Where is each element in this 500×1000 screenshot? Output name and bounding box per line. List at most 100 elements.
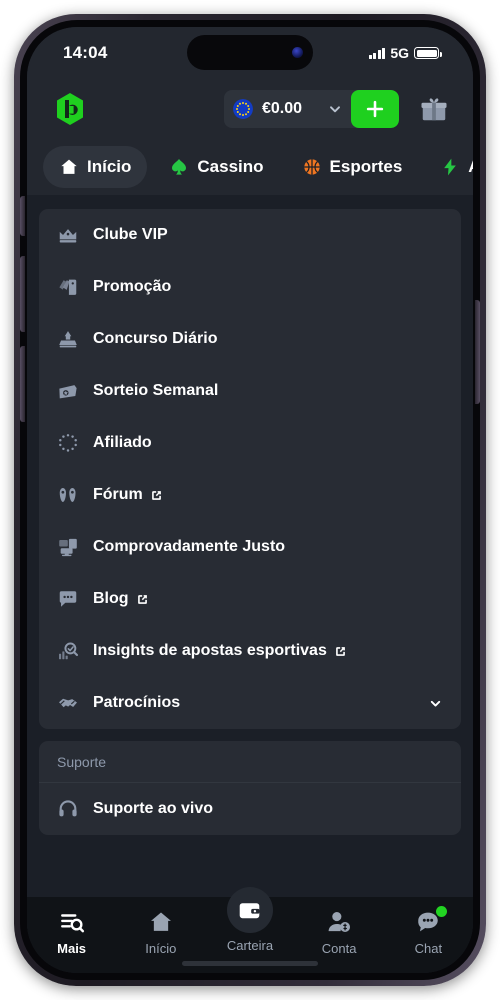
dotted-ring-icon <box>57 432 79 454</box>
category-tab-esportes[interactable]: Esportes <box>286 146 419 188</box>
menu-item-comprovadamente-justo[interactable]: Comprovadamente Justo <box>39 521 461 573</box>
spade-icon <box>169 157 189 177</box>
category-tab-label: Esportes <box>329 157 403 176</box>
wallet-bubble <box>226 887 273 933</box>
podium-icon <box>57 328 79 350</box>
nav-item-label: Carteira <box>226 938 274 953</box>
mute-switch-button[interactable] <box>20 196 25 236</box>
battery-icon <box>414 47 442 59</box>
volume-up-button[interactable] <box>20 256 25 332</box>
account-icon <box>328 912 351 932</box>
chevron-down-icon[interactable] <box>328 102 342 116</box>
category-tab-cassino[interactable]: Cassino <box>153 146 279 188</box>
nav-item-mais[interactable]: Mais <box>37 909 107 956</box>
podium-icon <box>59 331 77 348</box>
crown-icon <box>57 224 79 246</box>
deposit-button[interactable] <box>351 90 399 128</box>
menu-item-label: Insights de apostas esportivas <box>93 642 327 659</box>
status-indicators: 5G <box>368 45 442 61</box>
category-tab-label: Cassino <box>197 157 264 176</box>
balance-amount: €0.00 <box>261 100 302 117</box>
forum-icon <box>57 484 79 506</box>
external-link-icon <box>335 646 345 656</box>
support-item-suporte-ao-vivo[interactable]: Suporte ao vivo <box>39 783 461 835</box>
chat-bubble-icon <box>59 591 77 607</box>
menu-item-patroc-nios[interactable]: Patrocínios <box>39 677 461 729</box>
status-bar: 14:04 5G <box>27 27 473 79</box>
wallet-icon <box>240 902 260 918</box>
eu-flag-icon <box>232 99 253 119</box>
list-search-icon <box>60 914 84 933</box>
menu-item-label: Patrocínios <box>93 694 181 711</box>
monitor-icon <box>57 536 79 558</box>
power-button[interactable] <box>475 300 480 404</box>
phone-screen: 14:04 5G €0.00 Início Cassino Esportes C… <box>27 27 473 973</box>
nav-item-in-cio[interactable]: Início <box>126 909 196 956</box>
support-card: Suporte Suporte ao vivo <box>39 741 461 835</box>
menu-item-label: Blog <box>93 590 129 607</box>
nav-item-label: Chat <box>414 941 443 956</box>
brand-logo-icon[interactable] <box>53 91 87 127</box>
nav-item-label: Mais <box>57 941 87 956</box>
category-tab-label: Início <box>87 157 132 176</box>
menu-item-concurso-di-rio[interactable]: Concurso Diário <box>39 313 461 365</box>
menu-item-insights-de-apostas-esportivas[interactable]: Insights de apostas esportivas <box>39 625 461 677</box>
crown-icon <box>59 229 77 243</box>
handshake-icon <box>59 698 77 708</box>
support-item-label: Suporte ao vivo <box>93 800 214 817</box>
chat-bubble-icon <box>57 588 79 610</box>
dynamic-island <box>187 35 313 70</box>
volume-down-button[interactable] <box>20 346 25 422</box>
basketball-icon <box>303 159 320 175</box>
monitor-icon <box>59 538 77 557</box>
list-search-icon <box>59 909 85 935</box>
category-tab-in-cio[interactable]: Início <box>43 146 148 188</box>
support-list: Suporte ao vivo <box>39 783 461 835</box>
ticket-icon <box>57 380 79 402</box>
menu-item-clube-vip[interactable]: Clube VIP <box>39 209 461 261</box>
home-icon <box>61 159 77 174</box>
menu-item-label: Fórum <box>93 486 143 503</box>
menu-item-label: Sorteio Semanal <box>93 382 219 399</box>
menu-item-label: Concurso Diário <box>93 330 218 347</box>
account-icon <box>326 909 352 935</box>
menu-item-afiliado[interactable]: Afiliado <box>39 417 461 469</box>
app-header: €0.00 <box>27 79 473 139</box>
external-link-icon <box>137 594 147 604</box>
chevron-down-icon[interactable] <box>428 696 443 711</box>
ticket-icon <box>59 385 77 399</box>
menu-item-label: Clube VIP <box>93 226 168 243</box>
category-tab-bar[interactable]: Início Cassino Esportes Acima Ab <box>27 139 473 195</box>
nav-item-carteira[interactable]: Carteira <box>215 887 285 953</box>
front-camera-icon <box>292 47 303 58</box>
category-tab-label: Acima Ab <box>468 157 473 177</box>
plus-icon <box>366 100 384 118</box>
menu-item-f-rum[interactable]: Fórum <box>39 469 461 521</box>
menu-card: Clube VIP Promoção Concurso Diário Sorte… <box>39 209 461 729</box>
handshake-icon <box>57 692 79 714</box>
dotted-ring-icon <box>59 434 77 452</box>
home-icon <box>148 909 174 935</box>
tags-icon <box>57 276 79 298</box>
nav-item-conta[interactable]: Conta <box>304 909 374 956</box>
forum-icon <box>59 488 76 502</box>
external-link-icon <box>151 490 161 500</box>
network-type-label: 5G <box>390 45 409 61</box>
phone-bezel: 14:04 5G €0.00 Início Cassino Esportes C… <box>20 20 480 980</box>
menu-item-promo-o[interactable]: Promoção <box>39 261 461 313</box>
nav-item-chat[interactable]: Chat <box>393 906 463 956</box>
gift-icon[interactable] <box>419 94 449 124</box>
nav-item-label: Conta <box>321 941 357 956</box>
balance-selector[interactable]: €0.00 <box>223 90 399 128</box>
category-tab-acima-ab[interactable]: Acima Ab <box>424 146 473 188</box>
analytics-icon <box>59 642 79 660</box>
nav-item-label: Início <box>145 941 177 956</box>
menu-item-blog[interactable]: Blog <box>39 573 461 625</box>
lightning-icon <box>444 158 457 176</box>
menu-item-sorteio-semanal[interactable]: Sorteio Semanal <box>39 365 461 417</box>
menu-item-label: Afiliado <box>93 434 152 451</box>
signal-bars-icon <box>368 47 386 59</box>
analytics-icon <box>57 640 79 662</box>
tags-icon <box>59 279 77 295</box>
phone-frame: 14:04 5G €0.00 Início Cassino Esportes C… <box>14 14 486 986</box>
